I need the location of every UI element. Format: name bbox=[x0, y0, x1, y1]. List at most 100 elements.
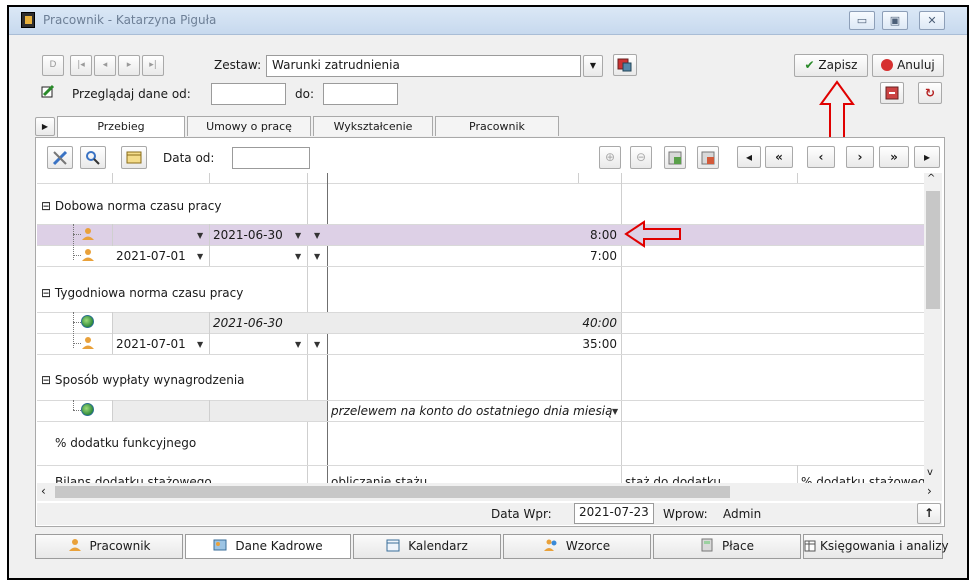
grid-nav-fast-forward-button[interactable]: » bbox=[879, 146, 909, 168]
grid-nav-back-button[interactable]: ‹ bbox=[807, 146, 835, 168]
add-row-button[interactable]: ⊕ bbox=[599, 146, 621, 169]
scroll-up-icon[interactable]: ^ bbox=[927, 173, 935, 184]
collapse-icon[interactable]: ⊟ bbox=[41, 286, 51, 300]
cancel-label: Anuluj bbox=[897, 58, 935, 72]
collapse-icon[interactable]: ⊟ bbox=[41, 373, 51, 387]
chevron-right-icon: ▶ bbox=[41, 122, 49, 131]
zestaw-settings-button[interactable] bbox=[613, 54, 637, 76]
table-row[interactable] bbox=[37, 224, 924, 245]
dropdown-arrow-icon[interactable]: ▼ bbox=[295, 340, 301, 349]
scroll-left-icon[interactable]: ‹ bbox=[41, 484, 46, 498]
nav-last-button[interactable]: ▸| bbox=[142, 55, 164, 76]
bottom-tab-dane-kadrowe[interactable]: Dane Kadrowe bbox=[185, 534, 351, 559]
daily-row2-date-from[interactable]: 2021-07-01 bbox=[116, 249, 186, 263]
scroll-top-button[interactable]: ↑ bbox=[917, 503, 941, 524]
cancel-button[interactable]: Anuluj bbox=[872, 54, 944, 77]
search-button[interactable] bbox=[80, 146, 106, 169]
daily-row1-date-to[interactable]: 2021-06-30 bbox=[213, 228, 283, 242]
bottom-tab-place[interactable]: Płace bbox=[653, 534, 801, 559]
dropdown-arrow-icon[interactable]: ▼ bbox=[314, 340, 320, 349]
tab-przebieg-zatrudnienia[interactable]: Przebieg zatrudnienia... bbox=[57, 116, 185, 152]
person-icon bbox=[68, 539, 81, 551]
id-card-icon bbox=[213, 539, 227, 551]
bottom-tab-ksiegowania[interactable]: Księgowania i analizy bbox=[803, 534, 949, 559]
nav-mode-button[interactable]: D bbox=[42, 55, 64, 76]
dropdown-arrow-icon[interactable]: ▼ bbox=[197, 231, 203, 240]
dropdown-arrow-icon[interactable]: ▼ bbox=[314, 252, 320, 261]
close-button[interactable]: ✕ bbox=[919, 11, 945, 30]
dropdown-arrow-icon[interactable]: ▼ bbox=[295, 231, 301, 240]
daily-row1-value[interactable]: 8:00 bbox=[557, 228, 617, 242]
export-button[interactable] bbox=[880, 82, 904, 104]
vertical-scrollbar[interactable]: ^ v bbox=[924, 173, 942, 483]
section-weekly-title: Tygodniowa norma czasu pracy bbox=[54, 286, 244, 300]
weekly-row2-value[interactable]: 35:00 bbox=[557, 337, 617, 351]
export-grid-button[interactable] bbox=[697, 146, 719, 169]
calendar-button[interactable] bbox=[121, 146, 147, 169]
status-bar: Data Wpr: 2021-07-23 Wprow: Admin ↑ bbox=[37, 503, 942, 525]
export-icon bbox=[885, 86, 899, 100]
grid-nav-first-button[interactable]: ◂ bbox=[737, 146, 761, 168]
tools-button[interactable] bbox=[47, 146, 73, 169]
dropdown-arrow-icon[interactable]: ▼ bbox=[612, 407, 618, 416]
checkmark-icon: ✔ bbox=[804, 58, 815, 72]
maximize-button[interactable]: ▣ bbox=[882, 11, 908, 30]
tab-scroll-button[interactable]: ▶ bbox=[35, 117, 55, 136]
dropdown-arrow-icon[interactable]: ▼ bbox=[314, 231, 320, 240]
minus-circle-icon: ⊖ bbox=[635, 150, 647, 164]
zestaw-input[interactable]: Warunki zatrudnienia bbox=[266, 55, 581, 77]
scrollbar-thumb[interactable] bbox=[926, 191, 940, 309]
tools-icon bbox=[52, 150, 68, 166]
browse-to-label: do: bbox=[295, 87, 315, 101]
dropdown-arrow-icon[interactable]: ▼ bbox=[295, 252, 301, 261]
dropdown-arrow-icon[interactable]: ▼ bbox=[197, 340, 203, 349]
nav-prev-button[interactable]: ◂ bbox=[94, 55, 116, 76]
minimize-button[interactable]: ▭ bbox=[849, 11, 875, 30]
scroll-right-icon[interactable]: › bbox=[927, 484, 932, 498]
person-icon bbox=[82, 337, 94, 349]
grid-nav-last-button[interactable]: ▸ bbox=[914, 146, 940, 168]
section-seniority: Bilans dodatku stażowego bbox=[55, 475, 212, 483]
import-button[interactable] bbox=[664, 146, 686, 169]
tab-pracownik[interactable]: Pracownik bbox=[435, 116, 559, 136]
search-icon bbox=[86, 151, 100, 165]
entered-by-value: Admin bbox=[723, 507, 762, 521]
date-from-input[interactable] bbox=[232, 147, 310, 169]
section-daily-norm[interactable]: ⊟ Dobowa norma czasu pracy bbox=[41, 199, 221, 213]
tab-wyksztalcenie[interactable]: Wykształcenie bbox=[313, 116, 433, 136]
dropdown-arrow-icon[interactable]: ▼ bbox=[197, 252, 203, 261]
table-row[interactable] bbox=[112, 246, 924, 266]
browse-to-input[interactable] bbox=[323, 83, 398, 105]
bottom-tab-wzorce[interactable]: Wzorce bbox=[503, 534, 651, 559]
zestaw-label: Zestaw: bbox=[214, 58, 262, 72]
nav-next-button[interactable]: ▸ bbox=[118, 55, 140, 76]
section-payment-method[interactable]: ⊟ Sposób wypłaty wynagrodzenia bbox=[41, 373, 245, 387]
section-weekly-norm[interactable]: ⊟ Tygodniowa norma czasu pracy bbox=[41, 286, 243, 300]
refresh-button[interactable]: ↻ bbox=[918, 82, 942, 104]
payment-row1-value[interactable]: przelewem na konto do ostatniego dnia mi… bbox=[331, 404, 613, 418]
collapse-icon[interactable]: ⊟ bbox=[41, 199, 51, 213]
grid-nav-fast-back-button[interactable]: « bbox=[765, 146, 793, 168]
edit-icon bbox=[41, 84, 55, 98]
save-button[interactable]: ✔ Zapisz bbox=[794, 54, 868, 77]
bottom-tab-pracownik[interactable]: Pracownik bbox=[35, 534, 183, 559]
seniority-col1: obliczanie stażu bbox=[331, 475, 428, 483]
refresh-icon: ↻ bbox=[924, 86, 936, 100]
grid-nav-forward-button[interactable]: › bbox=[846, 146, 874, 168]
calendar-icon bbox=[126, 151, 142, 164]
bottom-tab-kalendarz[interactable]: Kalendarz bbox=[353, 534, 501, 559]
weekly-row2-date-from[interactable]: 2021-07-01 bbox=[116, 337, 186, 351]
browse-from-input[interactable] bbox=[211, 83, 286, 105]
nav-first-button[interactable]: |◂ bbox=[70, 55, 92, 76]
scroll-down-icon[interactable]: v bbox=[927, 467, 933, 478]
person-icon bbox=[82, 249, 94, 261]
hscrollbar-thumb[interactable] bbox=[55, 486, 730, 498]
calculator-icon bbox=[701, 538, 713, 552]
horizontal-scrollbar[interactable]: ‹ › bbox=[37, 483, 942, 501]
remove-row-button[interactable]: ⊖ bbox=[630, 146, 652, 169]
export-grid-icon bbox=[701, 151, 715, 165]
tab-umowy-o-prace[interactable]: Umowy o pracę bbox=[187, 116, 311, 136]
zestaw-dropdown-button[interactable]: ▼ bbox=[583, 55, 603, 77]
daily-row2-value[interactable]: 7:00 bbox=[557, 249, 617, 263]
import-icon bbox=[668, 151, 682, 165]
